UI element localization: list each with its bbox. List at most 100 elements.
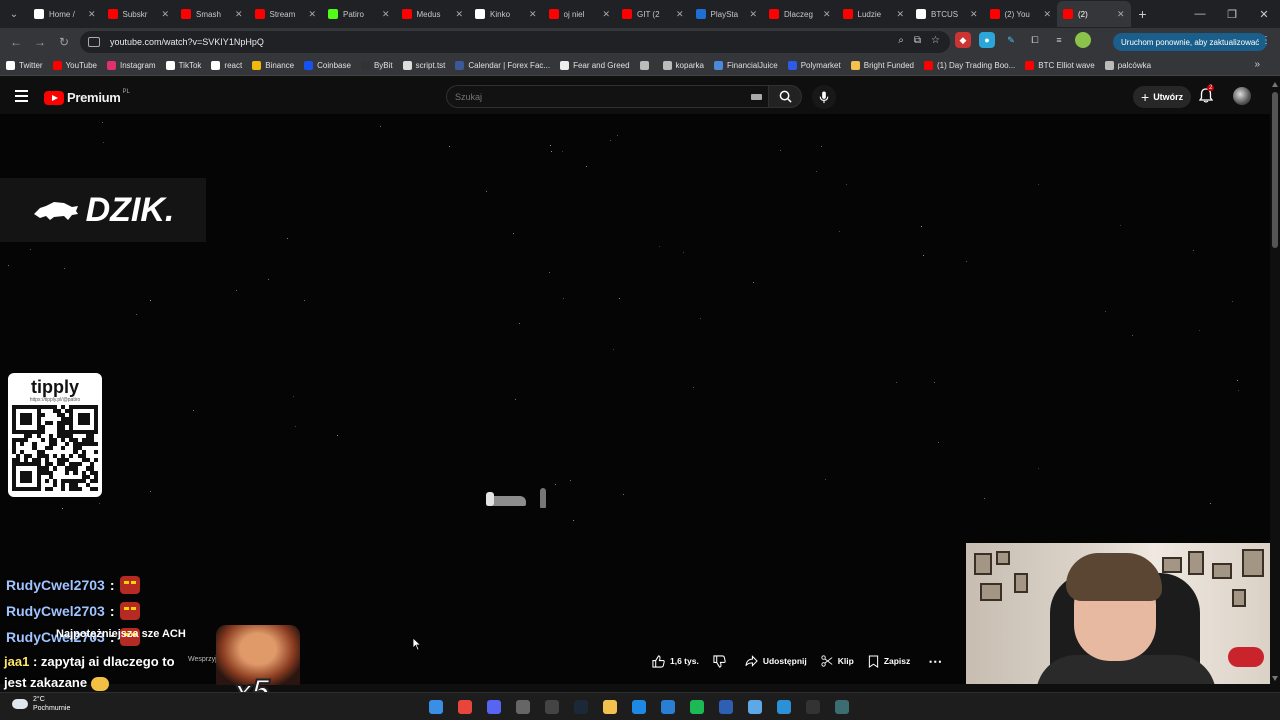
bookmark-item[interactable]: Binance [252,61,294,70]
app3-icon[interactable] [832,697,852,717]
save-button[interactable]: Zapisz [868,650,910,672]
profile-avatar[interactable] [1075,32,1091,48]
reload-button[interactable]: ↻ [52,35,76,49]
windows-start-icon[interactable] [426,697,446,717]
discord-icon[interactable] [484,697,504,717]
close-tab-icon[interactable]: ✕ [235,9,243,20]
like-button[interactable]: 1,6 tys. [652,650,699,672]
zoom-icon[interactable]: ⌕ [898,35,904,46]
spotify-icon[interactable] [687,697,707,717]
bookmark-item[interactable]: Bright Funded [850,61,914,70]
site-info-icon[interactable] [88,37,100,47]
close-window-button[interactable]: ✕ [1248,0,1280,28]
bookmark-item[interactable]: koparka [662,61,704,70]
page-scrollbar[interactable] [1270,80,1280,684]
bookmark-item[interactable]: script.tst [402,61,445,70]
close-tab-icon[interactable]: ✕ [308,9,316,20]
extensions-puzzle-icon[interactable]: ⧠ [1027,32,1043,48]
share-button[interactable]: Udostępnij [745,650,807,672]
dislike-button[interactable] [713,650,731,672]
search-input[interactable] [447,86,727,107]
youtube-logo[interactable]: Premium PL [44,89,130,105]
extension-icon[interactable]: ◆ [955,32,971,48]
scroll-down-icon[interactable] [1272,676,1278,681]
update-browser-button[interactable]: Uruchom ponownie, aby zaktualizować [1113,33,1268,51]
forward-button[interactable]: → [28,35,52,49]
close-tab-icon[interactable]: ✕ [455,9,463,20]
bookmark-item[interactable]: Twitter [6,61,43,70]
browser-menu-icon[interactable]: ⋮ [1261,35,1271,46]
bookmark-item[interactable]: (1) Day Trading Boo... [924,61,1015,70]
more-actions-button[interactable]: ⋯ [928,650,942,672]
browser-tab[interactable]: GIT (2 ✕ [616,1,690,27]
extension-icon[interactable]: ✎ [1003,32,1019,48]
extension-icon[interactable]: ● [979,32,995,48]
chrome-icon[interactable] [455,697,475,717]
app2-icon[interactable] [716,697,736,717]
browser-tab[interactable]: Subskr ✕ [102,1,176,27]
browser-tab[interactable]: Home / ✕ [28,1,102,27]
minimize-button[interactable]: — [1184,0,1216,28]
browser-tab[interactable]: PlaySta ✕ [690,1,764,27]
browser-tab[interactable]: Kinko ✕ [469,1,543,27]
tab-search-button[interactable]: ⌄ [0,0,28,28]
app-icon[interactable] [513,697,533,717]
close-tab-icon[interactable]: ✕ [676,9,684,20]
browser-tab[interactable]: BTCUS ✕ [910,1,984,27]
close-tab-icon[interactable]: ✕ [1043,9,1051,20]
bookmark-item[interactable]: palcówka [1104,61,1151,70]
obs-icon[interactable] [542,697,562,717]
install-app-icon[interactable]: ⧉ [914,35,921,46]
weather-widget[interactable]: 2°C Pochmurnie [12,695,70,713]
clip-button[interactable]: Klip [821,650,854,672]
folder-icon[interactable] [600,697,620,717]
bookmark-item[interactable]: Instagram [107,61,156,70]
bookmark-item[interactable]: Fear and Greed [560,61,630,70]
bookmark-item[interactable]: TikTok [165,61,201,70]
edge-icon[interactable] [629,697,649,717]
bookmark-item[interactable]: Calendar | Forex Fac... [455,61,550,70]
bookmark-item[interactable]: BTC Elliot wave [1025,61,1095,70]
keyboard-icon[interactable] [751,94,762,100]
bookmark-item[interactable] [639,61,653,70]
browser-tab[interactable]: Ludzie ✕ [837,1,911,27]
browser-tab[interactable]: Patiro ✕ [322,1,396,27]
close-tab-icon[interactable]: ✕ [382,9,390,20]
maximize-button[interactable]: ❐ [1216,0,1248,28]
bookmark-star-icon[interactable]: ☆ [931,35,940,46]
new-tab-button[interactable]: + [1131,6,1155,22]
browser-tab[interactable]: Smash ✕ [175,1,249,27]
bookmark-item[interactable]: Coinbase [304,61,351,70]
browser-tab[interactable]: Stream ✕ [249,1,323,27]
more-bookmarks-icon[interactable]: » [1254,59,1260,70]
browser-tab[interactable]: (2) ✕ [1057,1,1131,27]
back-button[interactable]: ← [4,35,28,49]
menu-icon[interactable] [15,90,28,105]
bookmark-item[interactable]: react [211,61,242,70]
account-avatar[interactable] [1233,87,1251,105]
scroll-up-icon[interactable] [1272,82,1278,87]
close-tab-icon[interactable]: ✕ [529,9,537,20]
voice-search-button[interactable] [812,85,836,109]
close-tab-icon[interactable]: ✕ [161,9,169,20]
close-tab-icon[interactable]: ✕ [896,9,904,20]
notifications-button[interactable]: 2 [1198,85,1217,106]
close-tab-icon[interactable]: ✕ [749,9,757,20]
close-tab-icon[interactable]: ✕ [602,9,610,20]
create-button[interactable]: + Utwórz [1133,86,1192,108]
search-button[interactable] [768,85,802,108]
bookmark-item[interactable]: ByBit [360,61,393,70]
close-tab-icon[interactable]: ✕ [823,9,831,20]
browser-tab[interactable]: oj niel ✕ [543,1,617,27]
notepad-icon[interactable] [745,697,765,717]
bookmark-item[interactable]: FinancialJuice [714,61,778,70]
scrollbar-thumb[interactable] [1272,92,1278,248]
close-tab-icon[interactable]: ✕ [88,9,96,20]
browser-tab[interactable]: Medus ✕ [396,1,470,27]
vscode-icon[interactable] [658,697,678,717]
address-bar[interactable]: youtube.com/watch?v=SVKIY1NpHpQ ⌕ ⧉ ☆ [80,31,950,53]
close-tab-icon[interactable]: ✕ [1117,9,1125,20]
browser-tab[interactable]: (2) You ✕ [984,1,1058,27]
photos-icon[interactable] [774,697,794,717]
close-tab-icon[interactable]: ✕ [970,9,978,20]
